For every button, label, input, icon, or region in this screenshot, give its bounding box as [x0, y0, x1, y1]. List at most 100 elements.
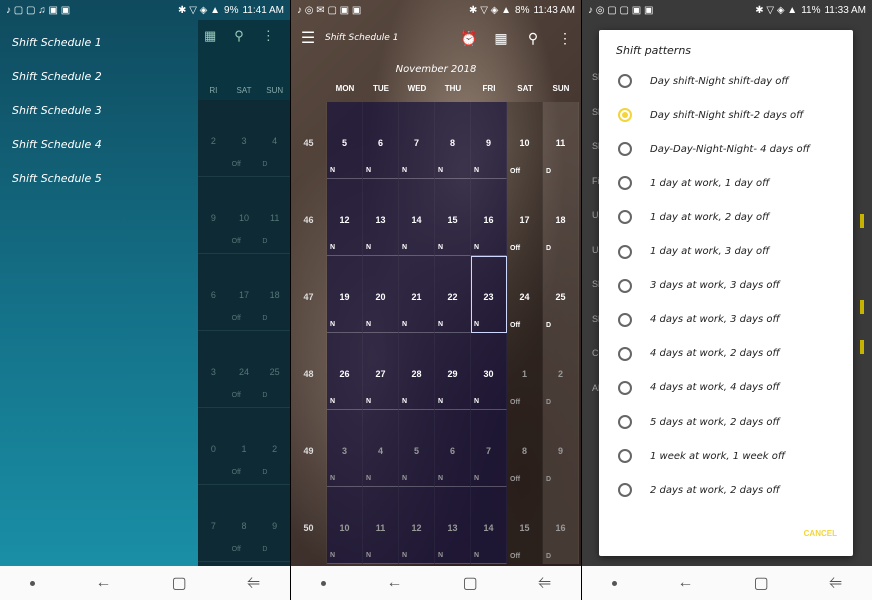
- radio-icon[interactable]: [618, 245, 632, 259]
- day-cell[interactable]: 8N: [435, 102, 471, 179]
- pattern-option[interactable]: 2 days at work, 2 days off: [599, 473, 853, 507]
- day-cell[interactable]: 25D: [259, 331, 290, 407]
- day-cell[interactable]: 6: [198, 254, 229, 330]
- day-cell[interactable]: 18D: [259, 254, 290, 330]
- day-cell[interactable]: 2D: [259, 408, 290, 484]
- day-cell[interactable]: 22N: [435, 256, 471, 333]
- radio-icon[interactable]: [618, 176, 632, 190]
- recents-icon[interactable]: ⥢: [538, 574, 551, 592]
- day-cell[interactable]: 6N: [363, 102, 399, 179]
- day-cell[interactable]: 16N: [471, 179, 507, 256]
- radio-icon[interactable]: [618, 279, 632, 293]
- day-cell[interactable]: 18D: [543, 179, 579, 256]
- day-cell[interactable]: 7: [198, 485, 229, 561]
- dot-icon[interactable]: [30, 581, 35, 586]
- pattern-option[interactable]: Day shift-Night shift-day off: [599, 64, 853, 98]
- radio-icon[interactable]: [618, 74, 632, 88]
- day-cell[interactable]: 2D: [543, 333, 579, 410]
- day-cell[interactable]: 20N: [363, 256, 399, 333]
- radio-icon[interactable]: [618, 449, 632, 463]
- menu-icon[interactable]: ☰: [291, 28, 325, 48]
- home-icon[interactable]: ▢: [463, 573, 478, 593]
- day-cell[interactable]: 1Off: [507, 333, 543, 410]
- day-cell[interactable]: 7N: [399, 102, 435, 179]
- day-cell[interactable]: 17Off: [507, 179, 543, 256]
- radio-icon[interactable]: [618, 381, 632, 395]
- back-icon[interactable]: ←: [95, 574, 111, 592]
- day-cell[interactable]: 27N: [363, 333, 399, 410]
- radio-icon[interactable]: [618, 483, 632, 497]
- day-cell[interactable]: 4D: [259, 100, 290, 176]
- day-cell[interactable]: 5N: [327, 102, 363, 179]
- radio-icon[interactable]: [618, 313, 632, 327]
- pattern-option[interactable]: 4 days at work, 2 days off: [599, 337, 853, 371]
- home-icon[interactable]: ▢: [172, 573, 187, 593]
- day-cell[interactable]: 24Off: [507, 256, 543, 333]
- day-cell[interactable]: 0: [198, 408, 229, 484]
- search-icon[interactable]: ⚲: [234, 28, 244, 44]
- drawer-item[interactable]: Shift Schedule 2: [12, 70, 102, 104]
- day-cell[interactable]: 13N: [435, 487, 471, 564]
- radio-selected-icon[interactable]: [618, 108, 632, 122]
- drawer-item[interactable]: Shift Schedule 4: [12, 138, 102, 172]
- pattern-option[interactable]: 1 week at work, 1 week off: [599, 439, 853, 473]
- day-cell[interactable]: 3: [198, 331, 229, 407]
- day-cell[interactable]: 10Off: [507, 102, 543, 179]
- radio-icon[interactable]: [618, 142, 632, 156]
- calendar-icon[interactable]: ▦: [485, 30, 517, 47]
- day-cell[interactable]: 3Off: [229, 100, 260, 176]
- day-cell[interactable]: 15Off: [507, 487, 543, 564]
- pattern-option[interactable]: 4 days at work, 4 days off: [599, 371, 853, 405]
- day-cell[interactable]: 12N: [399, 487, 435, 564]
- back-icon[interactable]: ←: [677, 574, 693, 592]
- pattern-option[interactable]: 1 day at work, 3 day off: [599, 235, 853, 269]
- day-cell[interactable]: 11N: [363, 487, 399, 564]
- day-cell[interactable]: 30N: [471, 333, 507, 410]
- pattern-option[interactable]: 3 days at work, 3 days off: [599, 269, 853, 303]
- drawer-item[interactable]: Shift Schedule 5: [12, 172, 102, 206]
- day-cell[interactable]: 21N: [399, 256, 435, 333]
- day-cell[interactable]: 7N: [471, 410, 507, 487]
- recents-icon[interactable]: ⥢: [829, 574, 842, 592]
- day-cell[interactable]: 1Off: [229, 408, 260, 484]
- day-cell[interactable]: 9D: [543, 410, 579, 487]
- more-icon[interactable]: ⋮: [549, 30, 581, 47]
- day-cell[interactable]: 2: [198, 100, 229, 176]
- day-cell[interactable]: 10N: [327, 487, 363, 564]
- back-icon[interactable]: ←: [386, 574, 402, 592]
- day-cell[interactable]: 9D: [259, 485, 290, 561]
- day-cell[interactable]: 28N: [399, 333, 435, 410]
- dot-icon[interactable]: [321, 581, 326, 586]
- radio-icon[interactable]: [618, 210, 632, 224]
- day-cell[interactable]: 26N: [327, 333, 363, 410]
- day-cell[interactable]: 12N: [327, 179, 363, 256]
- alarm-icon[interactable]: ⏰: [453, 30, 485, 47]
- pattern-option[interactable]: Day-Day-Night-Night- 4 days off: [599, 132, 853, 166]
- day-cell[interactable]: 11D: [259, 177, 290, 253]
- day-cell[interactable]: 10Off: [229, 177, 260, 253]
- home-icon[interactable]: ▢: [754, 573, 769, 593]
- day-cell[interactable]: 4N: [363, 410, 399, 487]
- pattern-option[interactable]: Day shift-Night shift-2 days off: [599, 98, 853, 132]
- day-cell[interactable]: 5N: [399, 410, 435, 487]
- calendar-icon[interactable]: ▦: [204, 28, 216, 44]
- day-cell[interactable]: 8Off: [229, 485, 260, 561]
- cancel-button[interactable]: CANCEL: [804, 529, 837, 538]
- radio-icon[interactable]: [618, 415, 632, 429]
- day-cell[interactable]: 16D: [543, 487, 579, 564]
- day-cell[interactable]: 3N: [327, 410, 363, 487]
- day-cell[interactable]: 9N: [471, 102, 507, 179]
- day-cell[interactable]: 14N: [399, 179, 435, 256]
- day-cell[interactable]: 14N: [471, 487, 507, 564]
- pattern-option[interactable]: 1 day at work, 2 day off: [599, 200, 853, 234]
- day-cell[interactable]: 29N: [435, 333, 471, 410]
- day-cell[interactable]: 9: [198, 177, 229, 253]
- drawer-item[interactable]: Shift Schedule 3: [12, 104, 102, 138]
- day-cell[interactable]: 25D: [543, 256, 579, 333]
- pattern-option[interactable]: 5 days at work, 2 days off: [599, 405, 853, 439]
- day-cell[interactable]: 19N: [327, 256, 363, 333]
- pattern-option[interactable]: 1 day at work, 1 day off: [599, 166, 853, 200]
- day-cell[interactable]: 15N: [435, 179, 471, 256]
- day-cell[interactable]: 6N: [435, 410, 471, 487]
- radio-icon[interactable]: [618, 347, 632, 361]
